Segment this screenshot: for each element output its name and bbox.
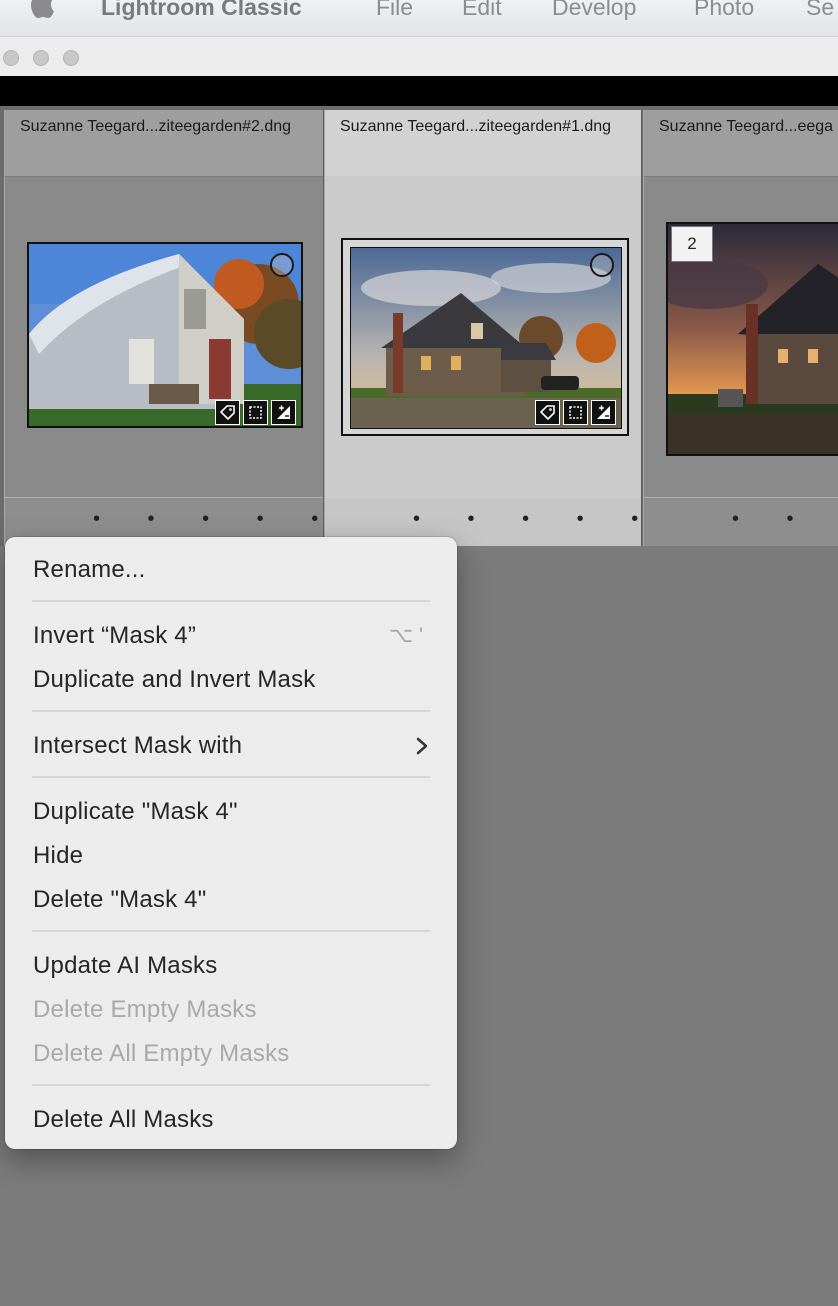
pick-flag-icon[interactable] [270, 253, 294, 277]
zoom-window-button[interactable] [63, 50, 79, 66]
crop-icon[interactable] [563, 400, 588, 425]
rename-menu-item[interactable]: Rename... [33, 556, 146, 584]
duplicate-mask-menu-item[interactable]: Duplicate "Mask 4" [33, 798, 238, 826]
thumbnail-badges [535, 400, 616, 425]
menu-app-name[interactable]: Lightroom Classic [101, 0, 302, 21]
update-ai-masks-menu-item[interactable]: Update AI Masks [33, 952, 217, 980]
menu-separator [32, 710, 430, 712]
hide-mask-menu-item[interactable]: Hide [33, 842, 83, 870]
stack-count-badge[interactable]: 2 [671, 226, 713, 262]
menu-file[interactable]: File [376, 0, 413, 21]
menu-window-partial[interactable]: Se [806, 0, 834, 21]
duplicate-invert-menu-item[interactable]: Duplicate and Invert Mask [33, 666, 315, 694]
cell-footer: • • • • [644, 497, 838, 546]
delete-empty-masks-menu-item: Delete Empty Masks [33, 996, 257, 1023]
invert-shortcut: ⌥ ' [388, 624, 423, 647]
cell-header: Suzanne Teegard...ziteegarden#1.dng [325, 110, 641, 176]
cell-filename: Suzanne Teegard...eega [659, 118, 834, 135]
menu-photo[interactable]: Photo [694, 0, 754, 21]
cell-filename: Suzanne Teegard...ziteegarden#2.dng [20, 118, 292, 135]
pick-flag-icon[interactable] [590, 253, 614, 277]
star-rating[interactable]: • • • • [732, 508, 838, 531]
keyword-tag-icon[interactable] [215, 400, 240, 425]
menu-separator [32, 1084, 430, 1086]
develop-adjustments-icon[interactable] [591, 400, 616, 425]
filmstrip: Suzanne Teegard...ziteegarden#2.dng • • … [0, 106, 838, 546]
thumbnail-badges [215, 400, 296, 425]
cell-header: Suzanne Teegard...ziteegarden#2.dng [5, 110, 323, 177]
delete-mask-menu-item[interactable]: Delete "Mask 4" [33, 886, 206, 914]
star-rating[interactable]: • • • • • [413, 508, 641, 531]
menu-develop[interactable]: Develop [552, 0, 636, 21]
minimize-window-button[interactable] [33, 50, 49, 66]
crop-icon[interactable] [243, 400, 268, 425]
menu-separator [32, 600, 430, 602]
cell-header: Suzanne Teegard...eega [644, 110, 838, 177]
delete-all-masks-menu-item[interactable]: Delete All Masks [33, 1106, 214, 1134]
chevron-right-icon [416, 737, 428, 755]
window-titlebar [0, 36, 838, 77]
menu-separator [32, 930, 430, 932]
filmstrip-cell-selected[interactable]: Suzanne Teegard...ziteegarden#1.dng • • … [324, 110, 642, 546]
keyword-tag-icon[interactable] [535, 400, 560, 425]
filmstrip-cell[interactable]: Suzanne Teegard...ziteegarden#2.dng • • … [4, 110, 324, 546]
close-window-button[interactable] [3, 50, 19, 66]
invert-mask-menu-item[interactable]: Invert “Mask 4” [33, 622, 196, 650]
intersect-mask-menu-item[interactable]: Intersect Mask with [33, 732, 242, 760]
develop-adjustments-icon[interactable] [271, 400, 296, 425]
filmstrip-cell[interactable]: Suzanne Teegard...eega 2 • • [643, 110, 838, 546]
menu-bar: Lightroom Classic File Edit Develop Phot… [0, 0, 838, 36]
star-rating[interactable]: • • • • • [93, 508, 323, 531]
apple-logo-icon[interactable] [30, 0, 60, 20]
menu-edit[interactable]: Edit [462, 0, 502, 21]
menu-separator [32, 776, 430, 778]
mask-context-menu: Rename... Invert “Mask 4” ⌥ ' Duplicate … [5, 537, 457, 1149]
delete-all-empty-masks-menu-item: Delete All Empty Masks [33, 1040, 290, 1067]
cell-filename: Suzanne Teegard...ziteegarden#1.dng [340, 118, 612, 135]
window-toolbar-strip [0, 76, 838, 106]
